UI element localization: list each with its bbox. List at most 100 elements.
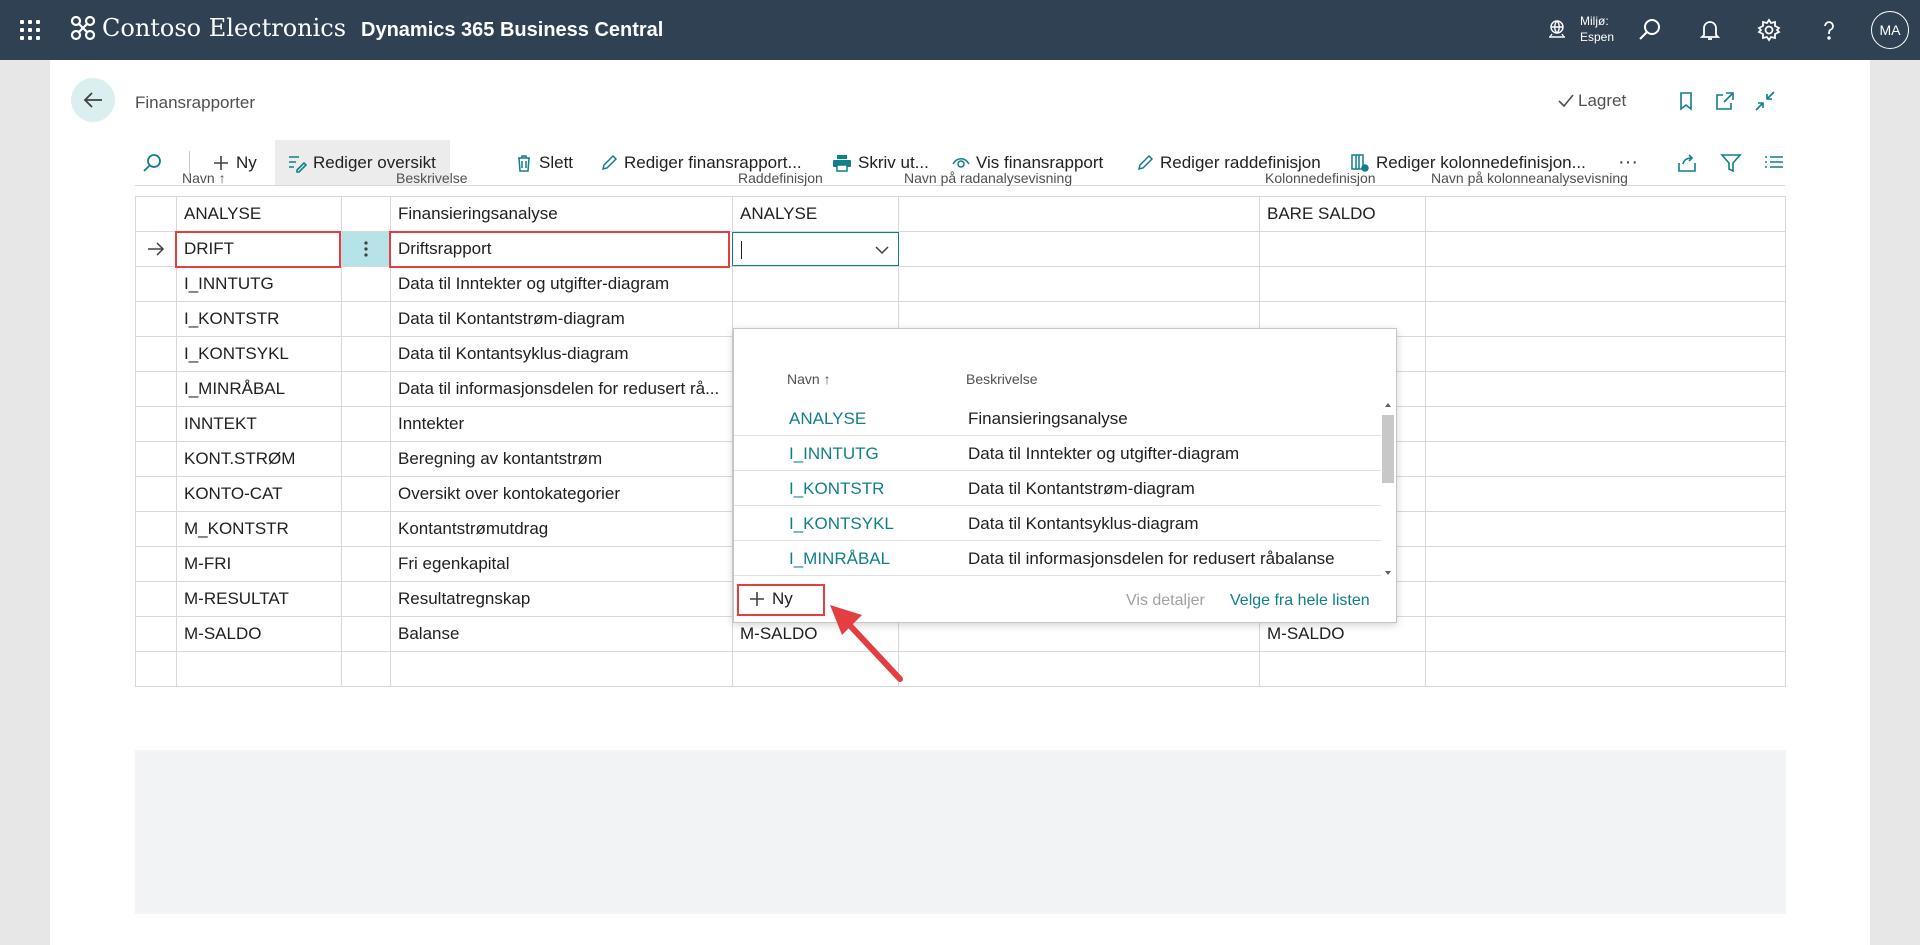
row-menu-cell[interactable] bbox=[342, 547, 391, 581]
cell-row-view[interactable] bbox=[899, 267, 1260, 301]
lookup-name[interactable]: ANALYSE bbox=[789, 401, 866, 436]
row-indicator[interactable] bbox=[136, 547, 177, 581]
cell-name[interactable]: KONT.STRØM bbox=[177, 442, 342, 476]
lookup-name[interactable]: I_INNTUTG bbox=[789, 436, 879, 471]
lookup-name[interactable]: I_MINRÅBAL bbox=[789, 541, 890, 576]
row-menu-cell[interactable] bbox=[342, 582, 391, 616]
cell-name[interactable] bbox=[177, 652, 342, 686]
cell-row-def[interactable]: ANALYSE bbox=[733, 197, 899, 231]
cell-description[interactable]: Balanse bbox=[391, 617, 733, 651]
cell-name[interactable]: I_KONTSTR bbox=[177, 302, 342, 336]
cell-col-def[interactable] bbox=[1260, 267, 1426, 301]
row-menu-cell[interactable] bbox=[342, 372, 391, 406]
table-row[interactable]: I_INNTUTG Data til Inntekter og utgifter-… bbox=[136, 267, 1785, 302]
row-menu-cell[interactable] bbox=[342, 302, 391, 336]
waffle-icon[interactable] bbox=[18, 18, 42, 42]
cell-col-view[interactable] bbox=[1426, 652, 1785, 686]
cell-name[interactable]: I_KONTSYKL bbox=[177, 337, 342, 371]
select-from-full-list-link[interactable]: Velge fra hele listen bbox=[1230, 592, 1370, 610]
back-button[interactable] bbox=[71, 78, 115, 122]
row-indicator[interactable] bbox=[136, 617, 177, 651]
lookup-header-name[interactable]: Navn ↑ bbox=[787, 371, 831, 387]
cell-description[interactable]: Data til Kontantsyklus-diagram bbox=[391, 337, 733, 371]
cell-row-view[interactable] bbox=[899, 652, 1260, 686]
cell-description[interactable]: Beregning av kontantstrøm bbox=[391, 442, 733, 476]
cell-col-view[interactable] bbox=[1426, 477, 1785, 511]
row-menu-cell[interactable] bbox=[342, 337, 391, 371]
row-menu-cell[interactable] bbox=[342, 617, 391, 651]
cell-description[interactable]: Inntekter bbox=[391, 407, 733, 441]
lookup-row[interactable]: I_INNTUTG Data til Inntekter og utgifter-… bbox=[734, 436, 1381, 471]
column-header-description[interactable]: Beskrivelse bbox=[396, 160, 468, 196]
row-menu-cell[interactable] bbox=[342, 512, 391, 546]
open-new-window-icon[interactable] bbox=[1714, 90, 1736, 112]
cell-description[interactable]: Resultatregnskap bbox=[391, 582, 733, 616]
cell-col-view[interactable] bbox=[1426, 232, 1785, 266]
column-header-row-definition[interactable]: Raddefinisjon bbox=[738, 160, 823, 196]
cell-name[interactable]: M-RESULTAT bbox=[177, 582, 342, 616]
column-header-column-analysis-view[interactable]: Navn på kolonneanalysevisning bbox=[1431, 160, 1628, 196]
cell-row-view[interactable] bbox=[899, 232, 1260, 266]
chevron-down-icon[interactable] bbox=[874, 243, 890, 257]
row-indicator[interactable] bbox=[136, 267, 177, 301]
bell-icon[interactable] bbox=[1697, 17, 1723, 43]
row-indicator[interactable] bbox=[136, 442, 177, 476]
search-icon[interactable] bbox=[141, 152, 163, 174]
row-menu-cell[interactable] bbox=[342, 407, 391, 441]
row-definition-dropdown-input[interactable] bbox=[732, 232, 899, 266]
lookup-scrollbar-thumb[interactable] bbox=[1382, 415, 1394, 483]
cell-col-view[interactable] bbox=[1426, 547, 1785, 581]
cell-col-view[interactable] bbox=[1426, 197, 1785, 231]
cell-col-view[interactable] bbox=[1426, 617, 1785, 651]
row-indicator[interactable] bbox=[136, 337, 177, 371]
cell-description[interactable]: Finansieringsanalyse bbox=[391, 197, 733, 231]
cell-name[interactable]: M_KONTSTR bbox=[177, 512, 342, 546]
row-menu-cell[interactable] bbox=[342, 232, 391, 266]
cell-col-view[interactable] bbox=[1426, 407, 1785, 441]
help-icon[interactable] bbox=[1816, 17, 1842, 43]
cell-description[interactable]: Kontantstrømutdrag bbox=[391, 512, 733, 546]
table-row[interactable] bbox=[136, 652, 1785, 687]
list-view-icon[interactable] bbox=[1763, 152, 1785, 174]
cell-description[interactable]: Fri egenkapital bbox=[391, 547, 733, 581]
cell-name[interactable]: I_INNTUTG bbox=[177, 267, 342, 301]
row-indicator[interactable] bbox=[136, 197, 177, 231]
cell-description[interactable]: Data til Kontantstrøm-diagram bbox=[391, 302, 733, 336]
delete-button[interactable]: Slett bbox=[515, 140, 573, 185]
row-indicator[interactable] bbox=[136, 372, 177, 406]
vertical-ellipsis-icon[interactable] bbox=[359, 240, 373, 258]
row-indicator[interactable] bbox=[136, 302, 177, 336]
row-indicator[interactable] bbox=[136, 477, 177, 511]
column-header-row-analysis-view[interactable]: Navn på radanalysevisning bbox=[904, 160, 1072, 196]
filter-icon[interactable] bbox=[1720, 152, 1742, 174]
cell-name[interactable]: M-SALDO bbox=[177, 617, 342, 651]
cell-name[interactable]: KONTO-CAT bbox=[177, 477, 342, 511]
cell-col-def[interactable]: BARE SALDO bbox=[1260, 197, 1426, 231]
collapse-icon[interactable] bbox=[1754, 90, 1776, 112]
cell-col-view[interactable] bbox=[1426, 512, 1785, 546]
cell-col-view[interactable] bbox=[1426, 442, 1785, 476]
row-menu-cell[interactable] bbox=[342, 652, 391, 686]
row-indicator[interactable] bbox=[136, 512, 177, 546]
cell-description[interactable]: Oversikt over kontokategorier bbox=[391, 477, 733, 511]
cell-col-view[interactable] bbox=[1426, 337, 1785, 371]
cell-col-def[interactable] bbox=[1260, 232, 1426, 266]
show-details-link[interactable]: Vis detaljer bbox=[1126, 592, 1205, 610]
column-header-name[interactable]: Navn ↑ bbox=[182, 160, 226, 196]
cell-col-view[interactable] bbox=[1426, 302, 1785, 336]
cell-description[interactable]: Data til informasjonsdelen for redusert … bbox=[391, 372, 733, 406]
cell-name[interactable]: ANALYSE bbox=[177, 197, 342, 231]
cell-name[interactable]: M-FRI bbox=[177, 547, 342, 581]
cell-row-def[interactable] bbox=[733, 267, 899, 301]
cell-col-def[interactable] bbox=[1260, 652, 1426, 686]
row-indicator[interactable] bbox=[136, 652, 177, 686]
lookup-row[interactable]: I_MINRÅBAL Data til informasjonsdelen for… bbox=[734, 541, 1381, 576]
cell-row-view[interactable] bbox=[899, 197, 1260, 231]
share-icon[interactable] bbox=[1676, 152, 1698, 174]
row-menu-cell[interactable] bbox=[342, 267, 391, 301]
row-menu-cell[interactable] bbox=[342, 197, 391, 231]
cell-col-view[interactable] bbox=[1426, 372, 1785, 406]
avatar[interactable]: MA bbox=[1871, 11, 1909, 49]
row-indicator[interactable] bbox=[136, 407, 177, 441]
cell-name[interactable]: I_MINRÅBAL bbox=[177, 372, 342, 406]
